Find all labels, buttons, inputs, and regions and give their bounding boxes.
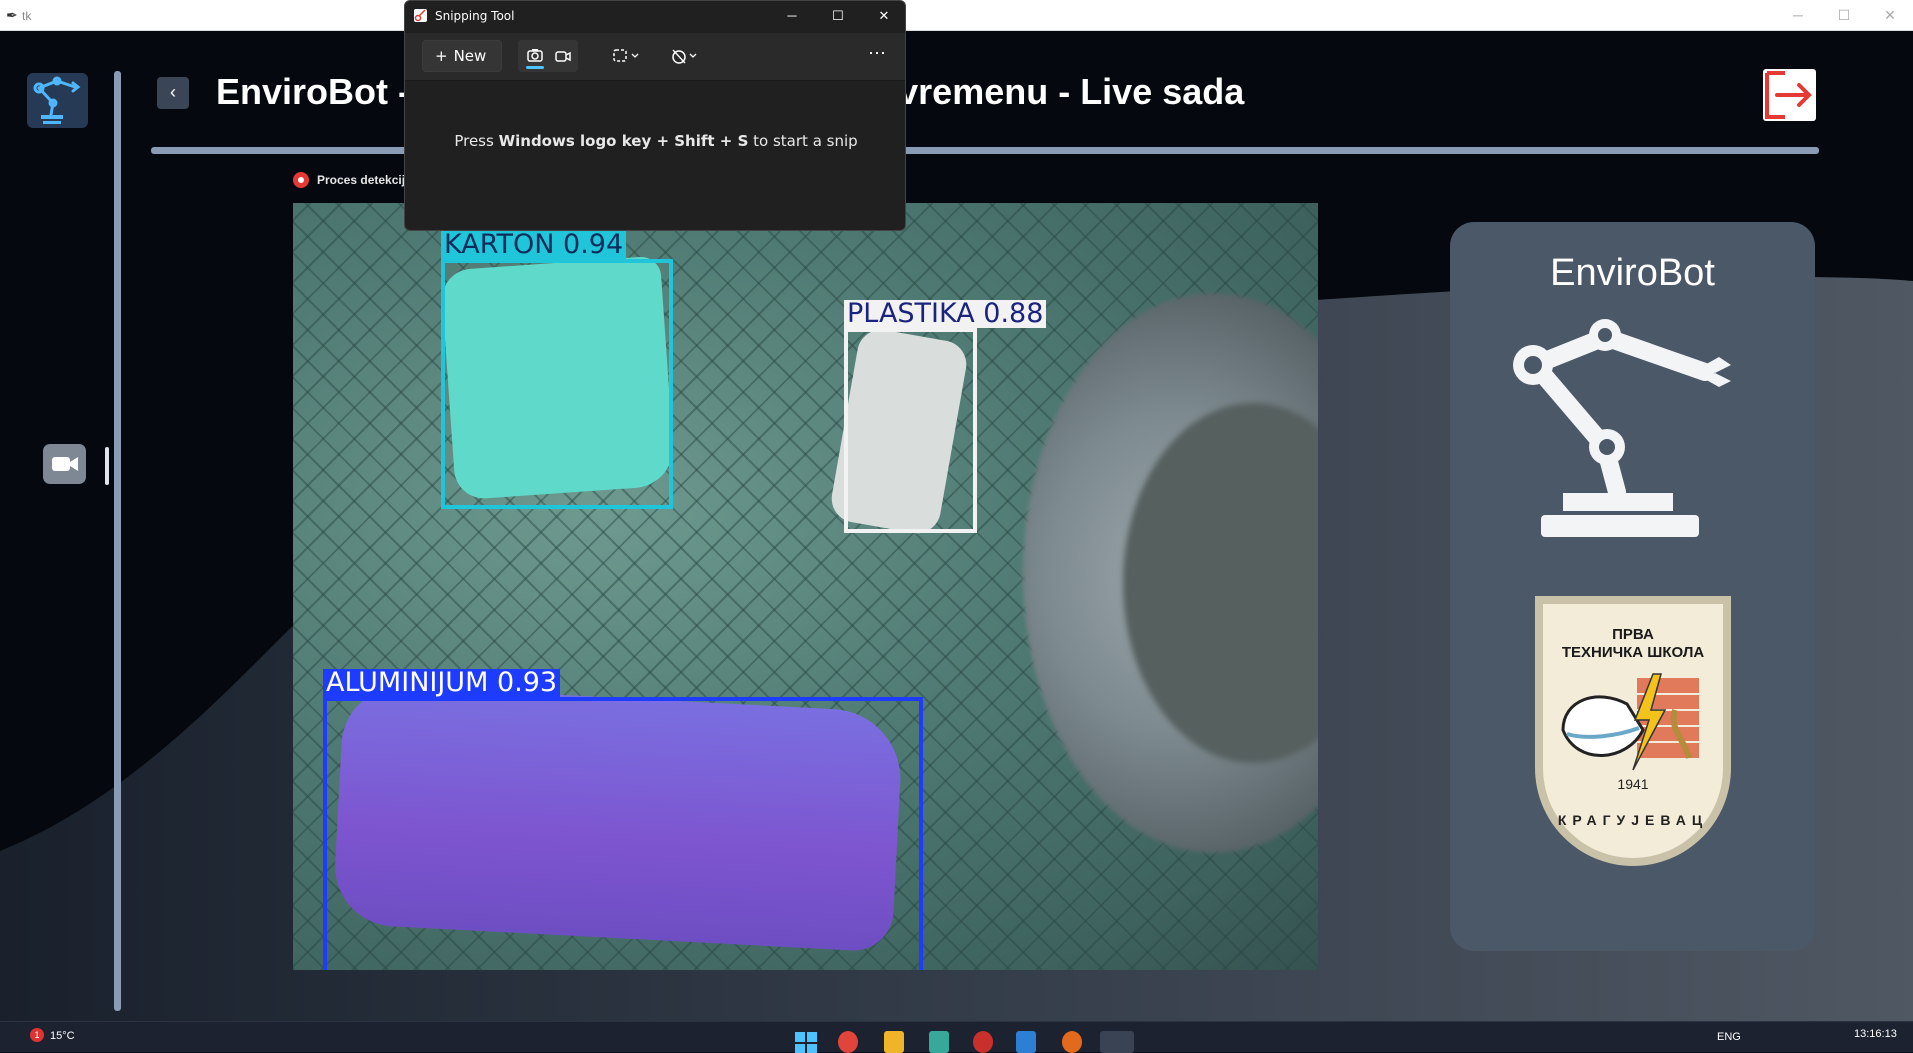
app3-taskbar-icon[interactable]	[1062, 1031, 1082, 1053]
snip-shape-dropdown-icon[interactable]	[612, 47, 642, 65]
snipping-tool-title: Snipping Tool	[435, 9, 515, 23]
seal-line1: ПРВА	[1612, 626, 1654, 643]
seal-inner: ПРВА ТЕХНИЧКА ШКОЛА 1941 КРАГУЈЕВАЦ	[1543, 604, 1723, 858]
snip-instructions: Press Windows logo key + Shift + S to st…	[405, 132, 905, 150]
weather-badge: 1	[30, 1028, 44, 1042]
weather-temperature[interactable]: 15°C	[50, 1030, 75, 1042]
window-title: tk	[22, 9, 32, 23]
snipping-tool-taskbar-icon[interactable]	[1100, 1031, 1134, 1053]
snip-close-button[interactable]: ✕	[861, 1, 905, 31]
new-snip-label: New	[453, 47, 487, 65]
window-minimize-button[interactable]: ─	[1775, 0, 1821, 31]
panel-title: EnviroBot	[1550, 252, 1715, 294]
windows-start-icon[interactable]	[795, 1032, 817, 1053]
more-options-button[interactable]: ⋯	[868, 43, 886, 64]
snipping-tool-window: Snipping Tool ─ ☐ ✕ + New ⋯ Press Window…	[404, 0, 906, 231]
snipping-tool-icon	[414, 9, 427, 22]
school-seal: ПРВА ТЕХНИЧКА ШКОЛА 1941 КРАГУЈЕВАЦ	[1535, 596, 1731, 866]
robot-arm-icon	[33, 76, 81, 124]
seal-year: 1941	[1617, 776, 1649, 792]
seal-line2: ТЕХНИЧКА ШКОЛА	[1561, 644, 1705, 661]
detection-label-karton: KARTON 0.94	[441, 231, 627, 259]
seal-city: КРАГУЈЕВАЦ	[1557, 812, 1709, 828]
detection-box-plastika	[844, 328, 977, 533]
browser-taskbar-icon[interactable]	[838, 1031, 858, 1053]
tk-feather-icon: ✒	[6, 7, 18, 23]
camera-button[interactable]	[43, 444, 86, 484]
taskbar-clock[interactable]: 13:16:13	[1854, 1028, 1897, 1040]
video-icon[interactable]	[554, 47, 572, 65]
snip-maximize-button[interactable]: ☐	[815, 1, 861, 31]
header-divider	[151, 147, 1819, 154]
taskbar: 1 15°C ENG 13:16:13	[0, 1021, 1913, 1053]
app-logo	[27, 73, 88, 128]
snip-msg-post: to start a snip	[748, 132, 858, 150]
video-camera-icon	[52, 457, 78, 471]
snip-toolbar: + New ⋯	[405, 33, 905, 81]
detection-box-aluminijum	[323, 697, 923, 970]
vscode-taskbar-icon[interactable]	[1016, 1031, 1036, 1053]
detection-box-karton	[441, 259, 673, 509]
camera-feed: KARTON 0.94 PLASTIKA 0.88 ALUMINIJUM 0.9…	[293, 203, 1318, 970]
capture-mode-toggle	[518, 40, 578, 72]
mode-indicator	[526, 66, 544, 69]
snip-msg-keys: Windows logo key + Shift + S	[498, 132, 749, 150]
seal-emblem	[1561, 673, 1699, 771]
detection-label-aluminijum: ALUMINIJUM 0.93	[323, 669, 561, 697]
snip-minimize-button[interactable]: ─	[769, 1, 815, 31]
window-close-button[interactable]: ✕	[1867, 0, 1913, 31]
app-taskbar-icon[interactable]	[929, 1031, 949, 1053]
delay-timer-dropdown-icon[interactable]	[670, 47, 700, 65]
new-snip-button[interactable]: + New	[422, 40, 502, 72]
camera-icon[interactable]	[526, 46, 544, 64]
sidebar-divider	[114, 71, 121, 1011]
language-indicator[interactable]: ENG	[1717, 1031, 1741, 1043]
window-maximize-button[interactable]: ☐	[1821, 0, 1867, 31]
info-panel: EnviroBot ПРВА ТЕХНИЧКА ШКОЛА 1941 КРАГУ…	[1450, 222, 1815, 951]
active-indicator	[105, 447, 109, 485]
detection-label-plastika: PLASTIKA 0.88	[844, 300, 1047, 328]
record-icon	[293, 172, 309, 188]
snip-msg-pre: Press	[454, 132, 499, 150]
logout-button[interactable]	[1763, 69, 1816, 121]
file-explorer-taskbar-icon[interactable]	[884, 1031, 904, 1053]
logout-icon	[1765, 71, 1812, 119]
app-area: ‹ EnviroBot - Detekcija otpada u realnom…	[0, 31, 1913, 1021]
plus-icon: +	[435, 47, 448, 65]
robot-arm-illustration	[1513, 319, 1731, 537]
app2-taskbar-icon[interactable]	[973, 1031, 993, 1053]
window-titlebar: ✒ tk ─ ☐ ✕	[0, 0, 1913, 31]
back-button[interactable]: ‹	[157, 77, 189, 109]
